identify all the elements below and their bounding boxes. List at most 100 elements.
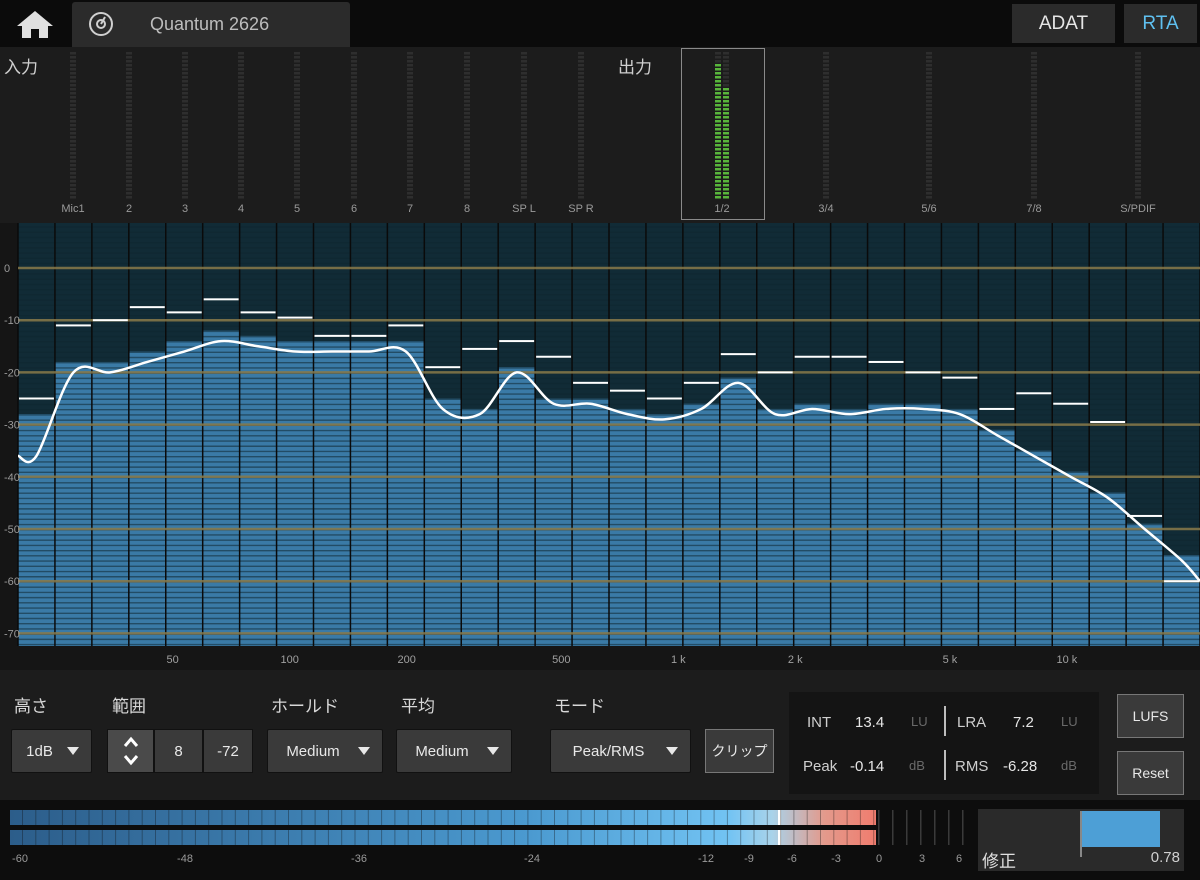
meter-segment xyxy=(723,56,729,59)
meter-segment xyxy=(182,64,188,67)
meter-segment xyxy=(723,192,729,195)
meter-segment xyxy=(238,52,244,55)
meter-segment xyxy=(70,96,76,99)
meter-segment xyxy=(464,180,470,183)
input-meter xyxy=(351,52,357,200)
output-channel-label[interactable]: 7/8 xyxy=(1026,203,1041,215)
meter-segment xyxy=(407,104,413,107)
meter-segment xyxy=(578,80,584,83)
range-stepper[interactable] xyxy=(107,729,154,773)
clip-button[interactable]: クリップ xyxy=(705,729,774,773)
meter-segment xyxy=(823,68,829,71)
meter-segment xyxy=(464,168,470,171)
reset-button[interactable]: Reset xyxy=(1117,751,1184,795)
meter-segment xyxy=(238,80,244,83)
meter-segment xyxy=(1031,124,1037,127)
tab-rta[interactable]: RTA xyxy=(1124,4,1197,43)
meter-segment xyxy=(294,168,300,171)
rta-peak-hold xyxy=(499,340,535,343)
meter-segment xyxy=(70,164,76,167)
range-label: 範囲 xyxy=(112,697,146,716)
meter-segment xyxy=(926,52,932,55)
meter-segment xyxy=(294,144,300,147)
level-meter-over-segment xyxy=(948,810,950,845)
meter-segment xyxy=(1135,128,1141,131)
meter-segment xyxy=(351,168,357,171)
rta-peak-hold xyxy=(683,381,719,384)
level-scale-label: 6 xyxy=(955,853,963,865)
meter-segment xyxy=(238,104,244,107)
meter-segment xyxy=(926,144,932,147)
meter-segment xyxy=(823,172,829,175)
lufs-button[interactable]: LUFS xyxy=(1117,694,1184,738)
rta-band-bar xyxy=(1089,492,1127,646)
meter-segment xyxy=(715,132,721,135)
rta-db-label: -20 xyxy=(4,367,20,379)
meter-segment xyxy=(1135,76,1141,79)
meter-segment xyxy=(407,188,413,191)
meter-segment xyxy=(351,120,357,123)
average-dropdown[interactable]: Medium xyxy=(396,729,512,773)
meter-segment xyxy=(723,72,729,75)
meter-segment xyxy=(464,144,470,147)
meter-segment xyxy=(294,180,300,183)
correction-level-bar[interactable] xyxy=(1082,811,1160,847)
hold-dropdown[interactable]: Medium xyxy=(267,729,383,773)
meter-segment xyxy=(238,88,244,91)
meter-segment xyxy=(723,80,729,83)
rta-db-label: -30 xyxy=(4,420,20,432)
input-meter xyxy=(578,52,584,200)
height-dropdown[interactable]: 1dB xyxy=(11,729,92,773)
meter-segment xyxy=(1031,196,1037,199)
output-channel-label[interactable]: 5/6 xyxy=(921,203,936,215)
device-tab[interactable]: Quantum 2626 xyxy=(72,2,350,47)
meter-segment xyxy=(578,132,584,135)
output-meter-left xyxy=(715,52,721,200)
meter-segment xyxy=(407,152,413,155)
meter-segment xyxy=(715,88,721,91)
meter-segment xyxy=(464,80,470,83)
meter-segment xyxy=(351,124,357,127)
home-button[interactable] xyxy=(0,0,70,47)
meter-segment xyxy=(1031,192,1037,195)
meter-segment xyxy=(926,176,932,179)
mode-dropdown[interactable]: Peak/RMS xyxy=(550,729,691,773)
output-channel-label[interactable]: S/PDIF xyxy=(1120,203,1155,215)
meter-segment xyxy=(126,124,132,127)
meter-segment xyxy=(70,148,76,151)
input-meter xyxy=(464,52,470,200)
meter-segment xyxy=(578,164,584,167)
meter-segment xyxy=(464,104,470,107)
output-channel-label[interactable]: 1/2 xyxy=(714,203,729,215)
meter-segment xyxy=(1031,180,1037,183)
rta-band-bar xyxy=(461,408,499,646)
rta-db-label: -50 xyxy=(4,524,20,536)
rta-peak-hold xyxy=(1053,402,1089,405)
rta-peak-hold xyxy=(425,366,461,369)
meter-segment xyxy=(464,152,470,155)
meter-segment xyxy=(578,124,584,127)
meter-segment xyxy=(70,144,76,147)
level-meter-over-segment xyxy=(906,810,908,845)
output-channel-label[interactable]: 3/4 xyxy=(818,203,833,215)
meter-segment xyxy=(407,168,413,171)
range-low-value[interactable]: -72 xyxy=(203,729,253,773)
meter-segment xyxy=(1031,68,1037,71)
meter-segment xyxy=(578,196,584,199)
tab-adat[interactable]: ADAT xyxy=(1012,4,1115,43)
meter-segment xyxy=(70,56,76,59)
meter-segment xyxy=(926,192,932,195)
meter-segment xyxy=(294,72,300,75)
meter-segment xyxy=(823,140,829,143)
input-channel-label: 3 xyxy=(181,203,189,215)
meter-segment xyxy=(407,132,413,135)
rta-db-label: -40 xyxy=(4,472,20,484)
range-high-value[interactable]: 8 xyxy=(154,729,203,773)
level-meter-top-bar xyxy=(10,810,876,825)
rta-peak-hold xyxy=(240,311,276,314)
meter-segment xyxy=(351,156,357,159)
rta-freq-label: 500 xyxy=(552,654,570,666)
input-channel-label: SP L xyxy=(512,203,536,215)
meter-segment xyxy=(1135,156,1141,159)
peak-label: Peak xyxy=(803,758,838,775)
